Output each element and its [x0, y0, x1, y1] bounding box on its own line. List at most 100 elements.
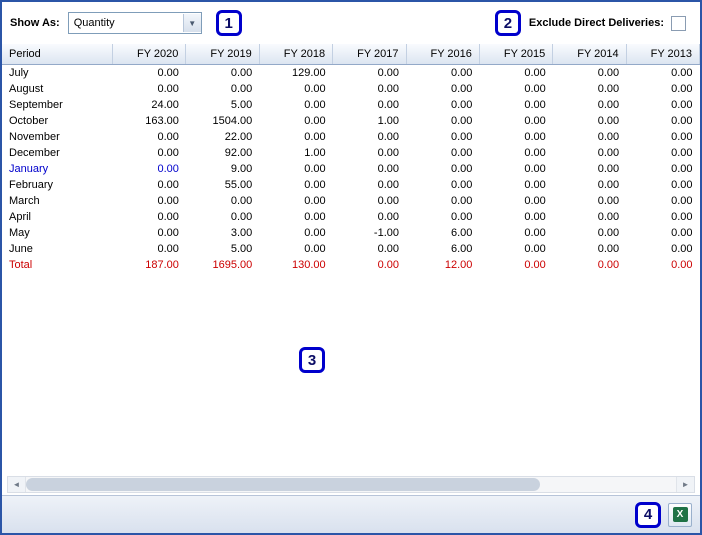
column-header[interactable]: FY 2017 — [332, 44, 407, 65]
value-cell: 0.00 — [304, 163, 326, 175]
table-row[interactable]: July 0.00 0.00 129.00 0.00 0.00 0.00 0.00 0.00 — [2, 65, 700, 82]
chevron-down-icon[interactable]: ▼ — [182, 14, 201, 32]
value-cell: 0.00 — [450, 163, 473, 175]
value-cell: 0.00 — [524, 179, 546, 191]
value-cell: 163.00 — [145, 115, 179, 127]
table-row[interactable]: December 0.00 92.00 1.00 0.00 0.00 0.00 0.00 0.0… — [2, 145, 700, 161]
value-cell: 0.00 — [597, 115, 620, 127]
value-cell: 0.00 — [524, 147, 546, 159]
callout-3: 3 — [299, 347, 325, 373]
table-row[interactable]: January 0.00 9.00 0.00 0.00 0.00 0.00 0.00 0.00 — [2, 161, 700, 177]
value-cell: 0.00 — [304, 83, 326, 95]
value-cell: 0.00 — [524, 115, 546, 127]
header-row: Period FY 2020 FY 2019 FY 2018 FY 2017 FY 201… — [2, 44, 700, 65]
column-header[interactable]: FY 2015 — [479, 44, 554, 65]
data-table: Period FY 2020 FY 2019 FY 2018 FY 2017 FY 201… — [2, 44, 700, 273]
value-cell: 0.00 — [304, 99, 326, 111]
column-header[interactable]: FY 2014 — [552, 44, 627, 65]
export-excel-button[interactable]: X — [668, 502, 692, 527]
column-header[interactable]: FY 2016 — [406, 44, 480, 65]
value-cell: 0.00 — [230, 211, 253, 223]
value-cell: 0.00 — [377, 83, 399, 95]
value-cell: 0.00 — [597, 227, 620, 239]
show-as-selected-value: Quantity — [73, 17, 115, 29]
value-cell: 0.00 — [597, 83, 620, 95]
total-row[interactable]: Total 187.00 1695.00 130.00 0.00 12.00 0.00 0.0… — [2, 257, 700, 273]
table-row[interactable]: June 0.00 5.00 0.00 0.00 6.00 0.00 0.00 0.00 — [2, 241, 700, 257]
period-cell: August — [9, 83, 44, 95]
column-header[interactable]: Period — [2, 44, 113, 65]
value-cell: 0.00 — [377, 99, 399, 111]
value-cell: 0.00 — [597, 211, 620, 223]
value-cell: 0.00 — [597, 131, 620, 143]
value-cell: 0.00 — [524, 163, 546, 175]
scroll-right-arrow-icon[interactable]: ► — [676, 477, 694, 492]
value-cell: 0.00 — [377, 131, 399, 143]
value-cell: 0.00 — [524, 195, 546, 207]
value-cell: 0.00 — [450, 131, 473, 143]
value-cell: 0.00 — [377, 195, 399, 207]
table-row[interactable]: February 0.00 55.00 0.00 0.00 0.00 0.00 0.00 0.0… — [2, 177, 700, 193]
value-cell: 1.00 — [377, 115, 399, 127]
value-cell: 0.00 — [671, 147, 693, 159]
value-cell: 0.00 — [524, 243, 546, 255]
value-cell: 6.00 — [450, 227, 473, 239]
period-cell: April — [9, 211, 32, 223]
scrollbar-track[interactable] — [26, 477, 676, 492]
value-cell: 0.00 — [377, 163, 399, 175]
value-cell: 5.00 — [230, 99, 253, 111]
value-cell: 187.00 — [145, 259, 179, 271]
table-row[interactable]: August 0.00 0.00 0.00 0.00 0.00 0.00 0.00 0.00 — [2, 81, 700, 97]
table-body: July 0.00 0.00 129.00 0.00 0.00 0.00 0.00 0.00 Au… — [2, 65, 700, 274]
value-cell: 0.00 — [671, 163, 693, 175]
value-cell: 0.00 — [230, 83, 253, 95]
value-cell: 24.00 — [151, 99, 179, 111]
period-cell: Total — [9, 259, 33, 271]
value-cell: 0.00 — [157, 211, 179, 223]
value-cell: 0.00 — [304, 243, 326, 255]
horizontal-scrollbar[interactable]: ◄ ► — [7, 476, 695, 493]
value-cell: 0.00 — [230, 195, 253, 207]
table-row[interactable]: September 24.00 5.00 0.00 0.00 0.00 0.00 0.00 0.… — [2, 97, 700, 113]
table-row[interactable]: May 0.00 3.00 0.00 -1.00 6.00 0.00 0.00 0.00 — [2, 225, 700, 241]
period-cell: May — [9, 227, 30, 239]
value-cell: 0.00 — [671, 99, 693, 111]
value-cell: 0.00 — [304, 179, 326, 191]
show-as-dropdown[interactable]: Quantity ▼ — [67, 12, 202, 34]
value-cell: 0.00 — [157, 67, 179, 79]
value-cell: 0.00 — [157, 179, 179, 191]
value-cell: 0.00 — [157, 163, 179, 175]
value-cell: 0.00 — [597, 147, 620, 159]
scroll-left-arrow-icon[interactable]: ◄ — [8, 477, 26, 492]
value-cell: 0.00 — [671, 195, 693, 207]
period-cell: March — [9, 195, 40, 207]
callout-1: 1 — [215, 10, 242, 36]
column-header[interactable]: FY 2018 — [259, 44, 334, 65]
value-cell: 0.00 — [671, 115, 693, 127]
value-cell: 0.00 — [450, 179, 473, 191]
value-cell: 0.00 — [597, 243, 620, 255]
column-header[interactable]: FY 2013 — [626, 44, 700, 65]
scrollbar-thumb[interactable] — [26, 478, 540, 491]
value-cell: 0.00 — [671, 259, 693, 271]
callout-2: 2 — [494, 10, 521, 36]
exclude-direct-deliveries-checkbox[interactable] — [671, 15, 686, 31]
grid-window: Show As: Quantity ▼ 1 2 Exclude Direct D… — [0, 0, 702, 535]
value-cell: 1.00 — [304, 147, 326, 159]
table-row[interactable]: April 0.00 0.00 0.00 0.00 0.00 0.00 0.00 0.00 — [2, 209, 700, 225]
table-row[interactable]: March 0.00 0.00 0.00 0.00 0.00 0.00 0.00 0.00 — [2, 193, 700, 209]
table-row[interactable]: November 0.00 22.00 0.00 0.00 0.00 0.00 0.00 0.0… — [2, 129, 700, 145]
value-cell: 0.00 — [597, 179, 620, 191]
column-header[interactable]: FY 2019 — [185, 44, 260, 65]
value-cell: 55.00 — [224, 179, 253, 191]
value-cell: 0.00 — [671, 67, 693, 79]
value-cell: 0.00 — [157, 83, 179, 95]
value-cell: 0.00 — [450, 99, 473, 111]
value-cell: 3.00 — [230, 227, 253, 239]
table-row[interactable]: October 163.00 1504.00 0.00 1.00 0.00 0.00 0.00… — [2, 113, 700, 129]
value-cell: 0.00 — [304, 227, 326, 239]
column-header[interactable]: FY 2020 — [112, 44, 187, 65]
value-cell: 9.00 — [230, 163, 253, 175]
value-cell: 130.00 — [291, 259, 326, 271]
value-cell: 0.00 — [450, 83, 473, 95]
